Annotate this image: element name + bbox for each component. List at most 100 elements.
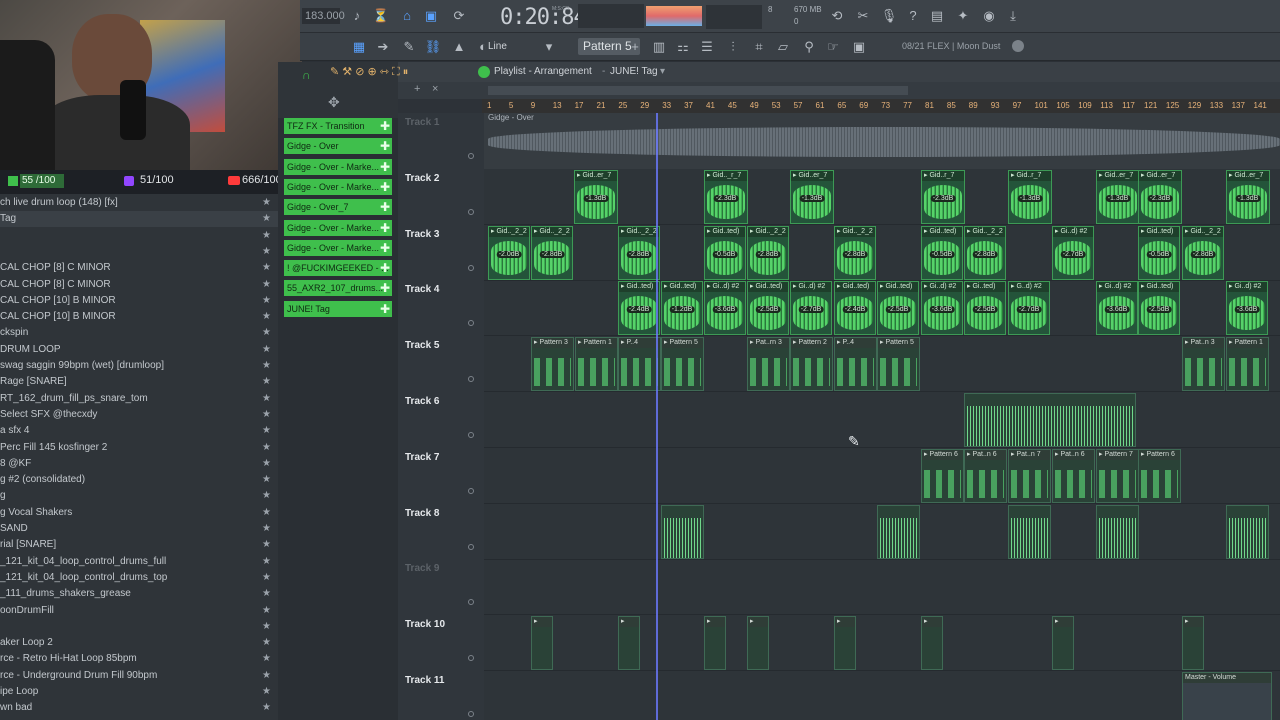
star-icon[interactable]: ★ — [262, 440, 271, 456]
help-icon[interactable]: ? — [904, 7, 922, 25]
cut-icon[interactable]: ✂ — [854, 7, 872, 25]
star-icon[interactable]: ★ — [262, 700, 271, 716]
track-mute-icon[interactable] — [468, 432, 474, 438]
track-name[interactable]: Track 7 — [405, 452, 439, 463]
chat-icon[interactable]: ◉ — [980, 7, 998, 25]
plugin-icon[interactable]: ✦ — [954, 7, 972, 25]
pattern-clip[interactable]: ▸ Pat..n 6 — [964, 448, 1007, 503]
browser-item[interactable]: rial [SNARE] ★ — [0, 537, 278, 553]
star-icon[interactable]: ★ — [262, 505, 271, 521]
channel-button[interactable]: Gidge - Over_7 ✚ — [284, 199, 392, 216]
audio-clip-track1[interactable]: Gidge - Over — [484, 113, 1280, 169]
browser-item[interactable]: ★ — [0, 619, 278, 635]
channel-button[interactable]: Gidge - Over - Marke... ✚ — [284, 178, 392, 195]
track-mute-icon[interactable] — [468, 655, 474, 662]
channel-button[interactable]: Gidge - Over ✚ — [284, 138, 392, 155]
audio-clip[interactable]: ▸ Gid.._2_2 -2.0dB — [488, 225, 530, 280]
star-icon[interactable]: ★ — [262, 603, 271, 619]
pattern-clip[interactable]: ▸ Pattern 5 — [877, 337, 920, 392]
track-name[interactable]: Track 3 — [405, 229, 439, 240]
star-icon[interactable]: ★ — [262, 537, 271, 553]
pattern-clip[interactable]: ▸ Pat..n 6 — [1052, 448, 1095, 503]
star-icon[interactable]: ★ — [262, 684, 271, 700]
plugin-picker-icon[interactable]: ⚲ — [800, 38, 818, 56]
star-icon[interactable]: ★ — [262, 228, 271, 244]
star-icon[interactable]: ★ — [262, 521, 271, 537]
browser-item[interactable]: oonDrumFill ★ — [0, 603, 278, 619]
track-name[interactable]: Track 8 — [405, 508, 439, 519]
pattern-clip[interactable] — [1096, 504, 1139, 559]
audio-clip[interactable]: ▸ Gi..d) #2 -3.6dB — [921, 281, 963, 336]
channel-rack-icon[interactable]: ☰ — [698, 38, 716, 56]
browser-item[interactable]: rce - Retro Hi-Hat Loop 85bpm ★ — [0, 651, 278, 667]
audio-clip[interactable]: ▸ Gid..r_7 -1.3dB — [1008, 169, 1052, 224]
magnet-icon[interactable]: ∩ — [302, 68, 311, 82]
browser-item[interactable]: Tag ★ — [0, 211, 278, 228]
cart-icon[interactable]: ▣ — [850, 38, 868, 56]
track-name[interactable]: Track 9 — [405, 563, 439, 574]
arrangement-name[interactable]: JUNE! Tag — [610, 62, 658, 82]
star-icon[interactable]: ★ — [262, 423, 271, 439]
track-mute-icon[interactable] — [468, 320, 474, 327]
audio-clip[interactable]: ▸ Gid..ted) -2.4dB — [618, 281, 660, 336]
channel-add-icon[interactable]: ✚ — [380, 220, 390, 236]
browser-icon[interactable]: ⌗ — [750, 38, 768, 56]
audio-clip[interactable]: ▸ Gid..ted) -2.5dB — [1138, 281, 1180, 336]
touch-icon[interactable]: ☞ — [824, 38, 842, 56]
browser-item[interactable]: CAL CHOP [8] C MINOR ★ — [0, 277, 278, 293]
star-icon[interactable]: ★ — [262, 635, 271, 651]
track-lane[interactable] — [484, 559, 1280, 616]
browser-item[interactable]: ch live drum loop (148) [fx] ★ — [0, 195, 278, 211]
track-name[interactable]: Track 6 — [405, 396, 439, 407]
audio-clip[interactable]: ▸ Gi..d) #2 -2.7dB — [790, 281, 832, 336]
pattern-clip[interactable]: ▸ — [531, 616, 553, 671]
audio-clip[interactable]: ▸ Gi..d) #2 -3.6dB — [704, 281, 746, 336]
pattern-clip[interactable]: ▸ — [618, 616, 640, 671]
audio-clip[interactable]: ▸ Gid.._2_2 -2.8dB — [747, 225, 789, 280]
pattern-clip[interactable]: ▸ Pattern 5 — [661, 337, 704, 392]
pattern-clip[interactable]: ▸ P..4 — [834, 337, 877, 392]
star-icon[interactable]: ★ — [262, 391, 271, 407]
toolbar-tools[interactable]: ✎ ⚒ ⊘ ⊕ ⇿ ⛶ ⏸ — [330, 62, 408, 82]
dropdown-arrow-icon[interactable]: ▾ — [540, 38, 558, 56]
horizontal-scrollbar[interactable] — [488, 86, 908, 95]
automation-clip[interactable]: Master - Volume — [1182, 672, 1272, 720]
pattern-clip[interactable]: ▸ — [704, 616, 726, 671]
audio-clip[interactable]: ▸ Gid.._2_2 -2.8dB — [618, 225, 660, 280]
pencil-icon[interactable]: ✎ — [400, 38, 418, 56]
audio-clip[interactable]: ▸ Gid.._2_2 -2.8dB — [834, 225, 876, 280]
move-icon[interactable]: ✥ — [328, 94, 340, 111]
track-name[interactable]: Track 4 — [405, 284, 439, 295]
metronome-icon[interactable]: ♪ — [348, 7, 366, 25]
channel-add-icon[interactable]: ✚ — [380, 301, 390, 317]
browser-item[interactable]: g Vocal Shakers ★ — [0, 505, 278, 521]
browser-item[interactable]: ★ — [0, 244, 278, 260]
pattern-clip[interactable]: ▸ — [747, 616, 769, 671]
pattern-clip[interactable]: ▸ Pattern 1 — [1226, 337, 1269, 392]
browser-item[interactable]: DRUM LOOP ★ — [0, 342, 278, 358]
playlist-icon[interactable]: ▥ — [650, 38, 668, 56]
download-icon[interactable]: ⤓ — [1004, 7, 1022, 25]
undo-history-icon[interactable]: ⟲ — [828, 7, 846, 25]
browser-item[interactable]: g #2 (consolidated) ★ — [0, 472, 278, 488]
track-mute-icon[interactable] — [468, 543, 474, 550]
pattern-clip[interactable]: ▸ Pat..rn 3 — [747, 337, 790, 392]
audio-clip[interactable]: ▸ Gid..ted) -2.5dB — [747, 281, 789, 336]
channel-add-icon[interactable]: ✚ — [380, 240, 390, 256]
star-icon[interactable]: ★ — [262, 325, 271, 341]
loop-record-icon[interactable]: ⟳ — [450, 7, 468, 25]
star-icon[interactable]: ★ — [262, 195, 271, 211]
audio-clip[interactable]: ▸ Gid..er_7 -1.3dB — [574, 169, 618, 224]
audio-clip[interactable]: ▸ Gid..er_7 -1.3dB — [790, 169, 834, 224]
star-icon[interactable]: ★ — [262, 570, 271, 586]
pattern-clip[interactable]: ▸ Pattern 6 — [921, 448, 964, 503]
browser-item[interactable]: 8 @KF ★ — [0, 456, 278, 472]
next-icon[interactable]: ➔ — [374, 38, 392, 56]
wait-icon[interactable]: ⏳ — [372, 7, 390, 25]
channel-button[interactable]: Gidge - Over - Marke... ✚ — [284, 158, 392, 175]
playlist-play-icon[interactable] — [478, 66, 490, 78]
track-mute-icon[interactable] — [468, 599, 474, 606]
channel-add-icon[interactable]: ✚ — [380, 138, 390, 154]
browser-item[interactable]: Rage [SNARE] ★ — [0, 374, 278, 390]
browser-item[interactable]: RT_162_drum_fill_ps_snare_tom ★ — [0, 391, 278, 407]
